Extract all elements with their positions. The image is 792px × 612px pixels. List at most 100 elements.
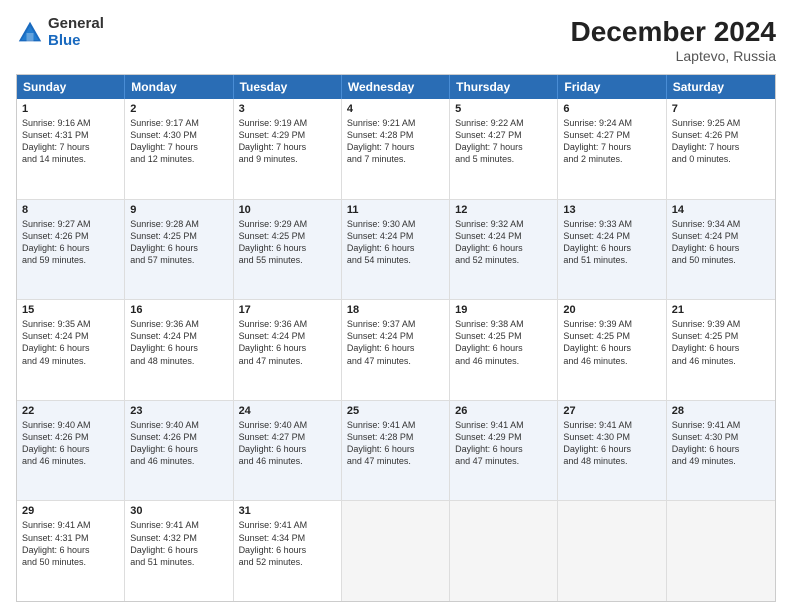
- week-row-3: 15 Sunrise: 9:35 AM Sunset: 4:24 PM Dayli…: [17, 299, 775, 400]
- day-info-5: Sunrise: 9:22 AM Sunset: 4:27 PM Dayligh…: [455, 117, 552, 166]
- day-info-30: Sunrise: 9:41 AM Sunset: 4:32 PM Dayligh…: [130, 519, 227, 568]
- day-cell-1: 1Sunrise: 9:16 AM Sunset: 4:31 PM Daylig…: [17, 99, 125, 199]
- day-number-30: 30: [130, 505, 227, 517]
- day-cell-31: 31Sunrise: 9:41 AM Sunset: 4:34 PM Dayli…: [234, 501, 342, 601]
- day-number-19: 19: [455, 304, 552, 316]
- day-info-27: Sunrise: 9:41 AM Sunset: 4:30 PM Dayligh…: [563, 419, 660, 468]
- header-monday: Monday: [125, 75, 233, 99]
- empty-cell: [667, 501, 775, 601]
- day-number-20: 20: [563, 304, 660, 316]
- day-number-18: 18: [347, 304, 444, 316]
- day-cell-23: 23Sunrise: 9:40 AM Sunset: 4:26 PM Dayli…: [125, 401, 233, 501]
- day-cell-13: 13Sunrise: 9:33 AM Sunset: 4:24 PM Dayli…: [558, 200, 666, 300]
- day-info-11: Sunrise: 9:30 AM Sunset: 4:24 PM Dayligh…: [347, 218, 444, 267]
- calendar-header: Sunday Monday Tuesday Wednesday Thursday…: [17, 75, 775, 99]
- day-cell-8: 8Sunrise: 9:27 AM Sunset: 4:26 PM Daylig…: [17, 200, 125, 300]
- day-cell-3: 3Sunrise: 9:19 AM Sunset: 4:29 PM Daylig…: [234, 99, 342, 199]
- day-info-6: Sunrise: 9:24 AM Sunset: 4:27 PM Dayligh…: [563, 117, 660, 166]
- day-cell-26: 26 Sunrise: 9:41 AM Sunset: 4:29 PM Dayli…: [450, 401, 558, 501]
- day-number-17: 17: [239, 304, 336, 316]
- calendar-body: 1Sunrise: 9:16 AM Sunset: 4:31 PM Daylig…: [17, 99, 775, 601]
- day-cell-22: 22Sunrise: 9:40 AM Sunset: 4:26 PM Dayli…: [17, 401, 125, 501]
- day-info-16: Sunrise: 9:36 AM Sunset: 4:24 PM Dayligh…: [130, 318, 227, 367]
- day-number-5: 5: [455, 103, 552, 115]
- day-cell-16: 16 Sunrise: 9:36 AM Sunset: 4:24 PM Dayli…: [125, 300, 233, 400]
- page: General Blue December 2024 Laptevo, Russ…: [0, 0, 792, 612]
- empty-cell: [558, 501, 666, 601]
- day-number-2: 2: [130, 103, 227, 115]
- day-info-3: Sunrise: 9:19 AM Sunset: 4:29 PM Dayligh…: [239, 117, 336, 166]
- day-number-22: 22: [22, 405, 119, 417]
- day-info-1: Sunrise: 9:16 AM Sunset: 4:31 PM Dayligh…: [22, 117, 119, 166]
- day-cell-24: 24 Sunrise: 9:40 AM Sunset: 4:27 PM Dayli…: [234, 401, 342, 501]
- day-cell-28: 28Sunrise: 9:41 AM Sunset: 4:30 PM Dayli…: [667, 401, 775, 501]
- day-info-4: Sunrise: 9:21 AM Sunset: 4:28 PM Dayligh…: [347, 117, 444, 166]
- day-number-27: 27: [563, 405, 660, 417]
- day-info-12: Sunrise: 9:32 AM Sunset: 4:24 PM Dayligh…: [455, 218, 552, 267]
- day-info-14: Sunrise: 9:34 AM Sunset: 4:24 PM Dayligh…: [672, 218, 770, 267]
- day-info-9: Sunrise: 9:28 AM Sunset: 4:25 PM Dayligh…: [130, 218, 227, 267]
- day-number-16: 16: [130, 304, 227, 316]
- day-info-26: Sunrise: 9:41 AM Sunset: 4:29 PM Dayligh…: [455, 419, 552, 468]
- logo-text: General Blue: [48, 16, 104, 49]
- header-wednesday: Wednesday: [342, 75, 450, 99]
- day-info-15: Sunrise: 9:35 AM Sunset: 4:24 PM Dayligh…: [22, 318, 119, 367]
- day-info-7: Sunrise: 9:25 AM Sunset: 4:26 PM Dayligh…: [672, 117, 770, 166]
- logo: General Blue: [16, 16, 104, 49]
- day-number-25: 25: [347, 405, 444, 417]
- day-cell-21: 21Sunrise: 9:39 AM Sunset: 4:25 PM Dayli…: [667, 300, 775, 400]
- day-info-20: Sunrise: 9:39 AM Sunset: 4:25 PM Dayligh…: [563, 318, 660, 367]
- day-cell-17: 17 Sunrise: 9:36 AM Sunset: 4:24 PM Dayli…: [234, 300, 342, 400]
- day-number-4: 4: [347, 103, 444, 115]
- day-number-15: 15: [22, 304, 119, 316]
- day-info-13: Sunrise: 9:33 AM Sunset: 4:24 PM Dayligh…: [563, 218, 660, 267]
- header-friday: Friday: [558, 75, 666, 99]
- day-cell-5: 5 Sunrise: 9:22 AM Sunset: 4:27 PM Daylig…: [450, 99, 558, 199]
- day-cell-18: 18Sunrise: 9:37 AM Sunset: 4:24 PM Dayli…: [342, 300, 450, 400]
- day-number-7: 7: [672, 103, 770, 115]
- week-row-4: 22 Sunrise: 9:40 AM Sunset: 4:26 PM Dayli…: [17, 400, 775, 501]
- day-info-25: Sunrise: 9:41 AM Sunset: 4:28 PM Dayligh…: [347, 419, 444, 468]
- day-number-24: 24: [239, 405, 336, 417]
- day-info-29: Sunrise: 9:41 AM Sunset: 4:31 PM Dayligh…: [22, 519, 119, 568]
- day-number-26: 26: [455, 405, 552, 417]
- day-number-21: 21: [672, 304, 770, 316]
- day-number-11: 11: [347, 204, 444, 216]
- day-number-28: 28: [672, 405, 770, 417]
- day-info-17: Sunrise: 9:36 AM Sunset: 4:24 PM Dayligh…: [239, 318, 336, 367]
- day-info-31: Sunrise: 9:41 AM Sunset: 4:34 PM Dayligh…: [239, 519, 336, 568]
- week-row-2: 8Sunrise: 9:27 AM Sunset: 4:26 PM Daylig…: [17, 199, 775, 300]
- day-number-29: 29: [22, 505, 119, 517]
- day-cell-4: 4 Sunrise: 9:21 AM Sunset: 4:28 PM Daylig…: [342, 99, 450, 199]
- day-cell-9: 9 Sunrise: 9:28 AM Sunset: 4:25 PM Daylig…: [125, 200, 233, 300]
- day-info-19: Sunrise: 9:38 AM Sunset: 4:25 PM Dayligh…: [455, 318, 552, 367]
- day-cell-10: 10 Sunrise: 9:29 AM Sunset: 4:25 PM Dayli…: [234, 200, 342, 300]
- day-info-23: Sunrise: 9:40 AM Sunset: 4:26 PM Dayligh…: [130, 419, 227, 468]
- day-cell-11: 11 Sunrise: 9:30 AM Sunset: 4:24 PM Dayli…: [342, 200, 450, 300]
- day-cell-14: 14 Sunrise: 9:34 AM Sunset: 4:24 PM Dayli…: [667, 200, 775, 300]
- empty-cell: [450, 501, 558, 601]
- day-number-12: 12: [455, 204, 552, 216]
- day-cell-2: 2Sunrise: 9:17 AM Sunset: 4:30 PM Daylig…: [125, 99, 233, 199]
- logo-general-label: General: [48, 16, 104, 33]
- day-number-9: 9: [130, 204, 227, 216]
- day-cell-19: 19 Sunrise: 9:38 AM Sunset: 4:25 PM Dayli…: [450, 300, 558, 400]
- location-label: Laptevo, Russia: [571, 48, 776, 64]
- week-row-5: 29 Sunrise: 9:41 AM Sunset: 4:31 PM Dayli…: [17, 500, 775, 601]
- day-cell-12: 12 Sunrise: 9:32 AM Sunset: 4:24 PM Dayli…: [450, 200, 558, 300]
- day-number-6: 6: [563, 103, 660, 115]
- day-cell-6: 6 Sunrise: 9:24 AM Sunset: 4:27 PM Daylig…: [558, 99, 666, 199]
- header: General Blue December 2024 Laptevo, Russ…: [16, 16, 776, 64]
- day-cell-29: 29 Sunrise: 9:41 AM Sunset: 4:31 PM Dayli…: [17, 501, 125, 601]
- day-number-14: 14: [672, 204, 770, 216]
- day-cell-25: 25 Sunrise: 9:41 AM Sunset: 4:28 PM Dayli…: [342, 401, 450, 501]
- header-saturday: Saturday: [667, 75, 775, 99]
- header-tuesday: Tuesday: [234, 75, 342, 99]
- header-thursday: Thursday: [450, 75, 558, 99]
- day-number-10: 10: [239, 204, 336, 216]
- day-info-10: Sunrise: 9:29 AM Sunset: 4:25 PM Dayligh…: [239, 218, 336, 267]
- day-info-24: Sunrise: 9:40 AM Sunset: 4:27 PM Dayligh…: [239, 419, 336, 468]
- day-cell-20: 20 Sunrise: 9:39 AM Sunset: 4:25 PM Dayli…: [558, 300, 666, 400]
- day-cell-7: 7 Sunrise: 9:25 AM Sunset: 4:26 PM Daylig…: [667, 99, 775, 199]
- logo-blue-label: Blue: [48, 33, 104, 50]
